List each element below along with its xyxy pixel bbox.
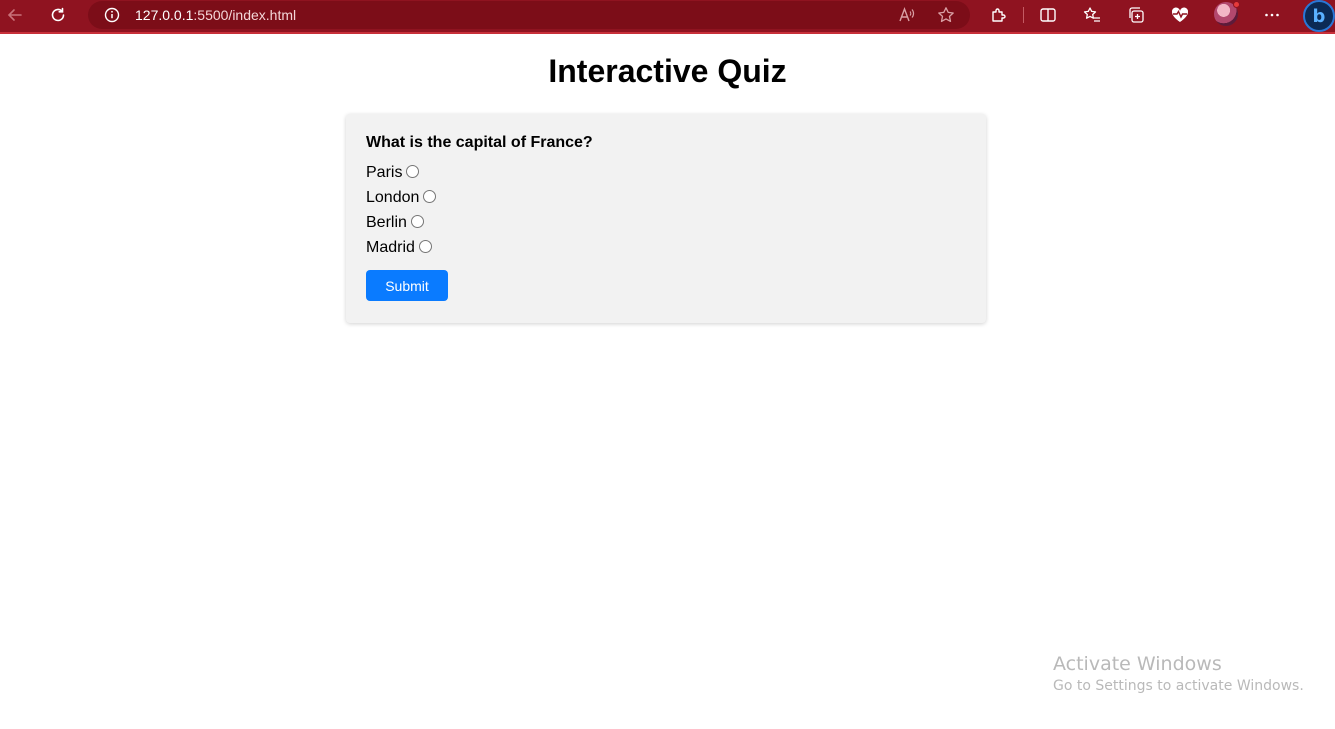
favorites-button[interactable] <box>1078 3 1106 27</box>
back-arrow-icon <box>7 9 22 21</box>
browser-toolbar: 127.0.0.1:5500/index.html b <box>0 0 1335 34</box>
split-screen-icon <box>1040 8 1056 22</box>
quiz-card: What is the capital of France? Paris Lon… <box>346 114 986 323</box>
back-button[interactable] <box>1 3 29 27</box>
profile-avatar[interactable] <box>1214 1 1240 26</box>
browser-essentials-button[interactable] <box>1166 3 1194 27</box>
toolbar-border <box>0 32 1335 34</box>
more-dots-icon <box>1265 13 1279 17</box>
option-paris[interactable]: Paris <box>366 160 966 185</box>
activate-windows-title: Activate Windows <box>1053 653 1222 675</box>
option-label: Berlin <box>366 213 407 231</box>
notification-dot <box>1233 1 1240 8</box>
read-aloud-icon <box>899 7 915 22</box>
option-berlin[interactable]: Berlin <box>366 210 966 235</box>
radio-paris[interactable] <box>406 165 420 178</box>
question-text: What is the capital of France? <box>366 134 593 151</box>
url-text[interactable]: 127.0.0.1:5500/index.html <box>135 7 296 23</box>
refresh-icon <box>51 7 65 22</box>
settings-more-button[interactable] <box>1258 3 1286 27</box>
collections-button[interactable] <box>1122 3 1150 27</box>
option-label: Paris <box>366 163 403 181</box>
collections-icon <box>1129 7 1144 23</box>
extensions-button[interactable] <box>985 3 1013 27</box>
read-aloud-button[interactable] <box>897 5 917 25</box>
heart-pulse-icon <box>1171 7 1189 22</box>
star-icon <box>938 7 954 23</box>
url-path: :5500/index.html <box>193 7 297 23</box>
address-bar[interactable]: 127.0.0.1:5500/index.html <box>88 1 970 29</box>
puzzle-icon <box>992 8 1006 22</box>
url-host: 127.0.0.1 <box>135 7 194 23</box>
option-label: London <box>366 188 420 206</box>
option-madrid[interactable]: Madrid <box>366 235 966 260</box>
favorites-list-icon <box>1083 7 1100 22</box>
bing-copilot-button[interactable]: b <box>1303 0 1335 32</box>
split-screen-button[interactable] <box>1034 3 1062 27</box>
refresh-button[interactable] <box>44 3 72 27</box>
submit-button[interactable]: Submit <box>366 270 448 301</box>
option-label: Madrid <box>366 238 415 256</box>
radio-london[interactable] <box>423 190 437 203</box>
toolbar-separator <box>1023 7 1024 23</box>
radio-madrid[interactable] <box>418 240 432 253</box>
page-title: Interactive Quiz <box>548 53 787 89</box>
radio-berlin[interactable] <box>410 215 424 228</box>
bing-logo-icon: b <box>1312 5 1326 27</box>
favorite-button[interactable] <box>936 5 956 25</box>
option-london[interactable]: London <box>366 185 966 210</box>
activate-windows-subtitle: Go to Settings to activate Windows. <box>1053 678 1304 694</box>
site-info-icon[interactable] <box>104 7 120 23</box>
